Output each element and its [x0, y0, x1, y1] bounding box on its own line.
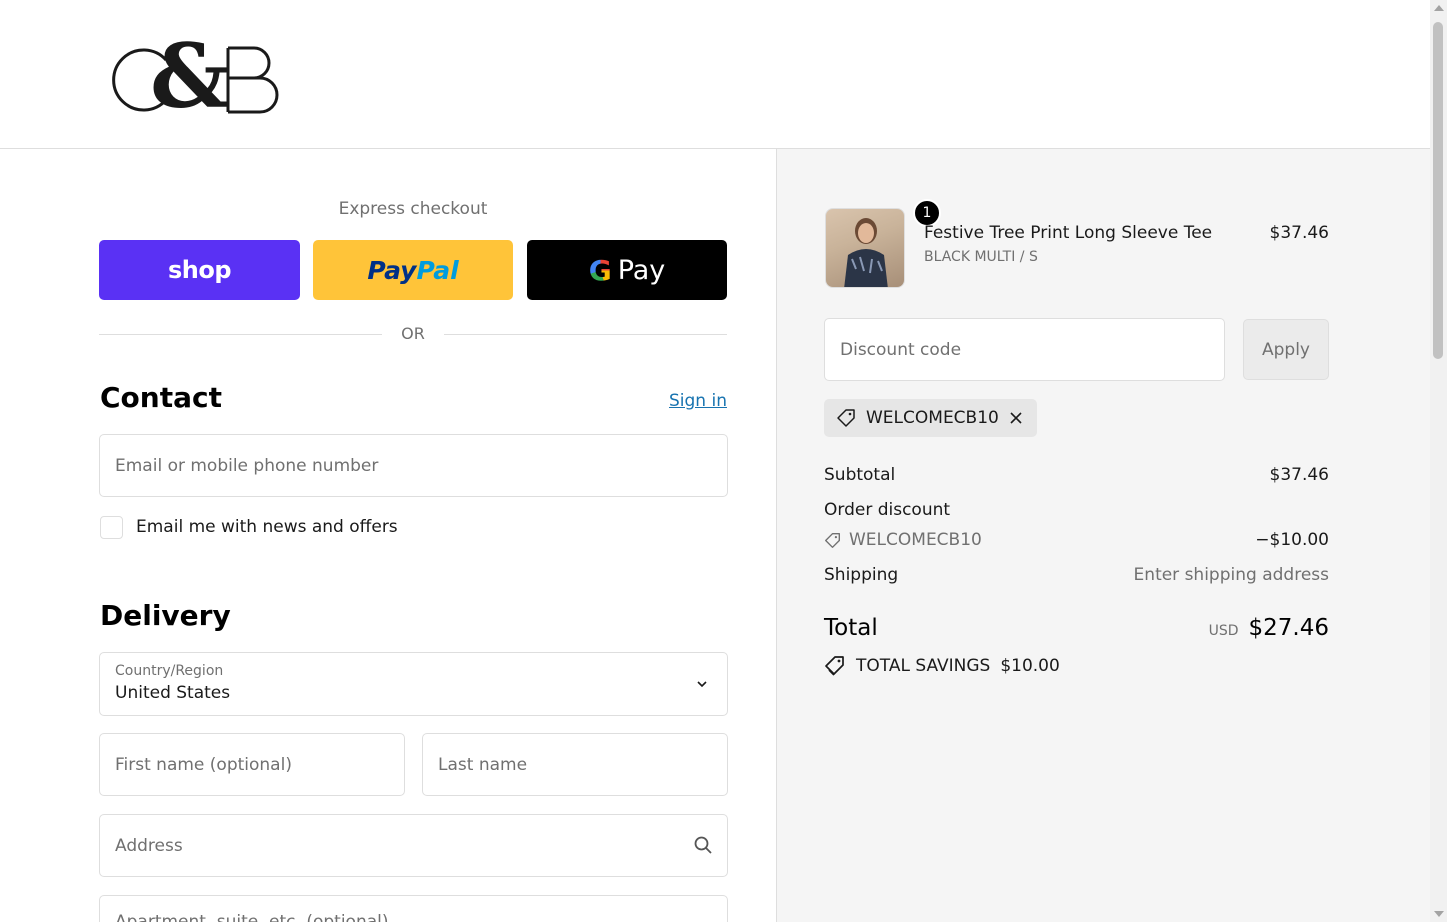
- shipping-value: Enter shipping address: [1133, 565, 1329, 585]
- product-variant: BLACK MULTI / S: [924, 249, 1038, 265]
- paypal-label-part1: Pay: [367, 255, 417, 285]
- applied-discount-chip: WELCOMECB10: [824, 399, 1037, 437]
- discount-code-field[interactable]: [824, 318, 1225, 381]
- search-icon: [694, 836, 712, 854]
- email-field[interactable]: [99, 434, 728, 497]
- order-discount-value: −$10.00: [1255, 530, 1329, 550]
- applied-discount-code: WELCOMECB10: [866, 408, 999, 428]
- total-label: Total: [824, 615, 878, 641]
- total-amount: USD $27.46: [1209, 615, 1329, 641]
- newsletter-checkbox[interactable]: [100, 516, 123, 539]
- product-price: $37.46: [1269, 223, 1329, 243]
- sign-in-link[interactable]: Sign in: [669, 391, 727, 411]
- address-field[interactable]: [99, 814, 728, 877]
- google-pay-label: Pay: [617, 254, 666, 286]
- scroll-up-arrow-icon[interactable]: [1434, 5, 1444, 11]
- product-thumbnail: [825, 208, 905, 288]
- scrollbar-thumb[interactable]: [1433, 22, 1443, 359]
- savings-value: $10.00: [1000, 656, 1060, 676]
- delivery-heading: Delivery: [100, 599, 231, 632]
- shop-pay-label: shop: [167, 256, 232, 284]
- subtotal-label: Subtotal: [824, 465, 896, 485]
- divider-line: [444, 334, 727, 335]
- order-summary: 1 Festive Tree Print Long Sleeve Tee BLA…: [777, 149, 1430, 922]
- country-select[interactable]: Country/Region United States: [99, 652, 728, 716]
- google-pay-button[interactable]: G Pay: [527, 240, 727, 300]
- country-label: Country/Region: [115, 663, 224, 679]
- or-divider: OR: [99, 324, 727, 344]
- svg-text:&: &: [150, 30, 229, 120]
- paypal-label-part2: Pal: [416, 255, 459, 285]
- page-scrollbar[interactable]: [1430, 0, 1447, 922]
- express-checkout-label: Express checkout: [338, 199, 488, 219]
- scroll-down-arrow-icon[interactable]: [1434, 911, 1444, 917]
- country-value: United States: [115, 683, 231, 703]
- tag-icon: [825, 532, 840, 548]
- tag-icon: [837, 409, 855, 427]
- total-savings: TOTAL SAVINGS $10.00: [824, 655, 1060, 677]
- header: &: [0, 0, 1430, 149]
- chevron-down-icon: [697, 681, 707, 688]
- apartment-input[interactable]: [115, 912, 727, 922]
- subtotal-value: $37.46: [1269, 465, 1329, 485]
- newsletter-label: Email me with news and offers: [136, 517, 398, 537]
- email-input[interactable]: [115, 455, 727, 476]
- total-currency: USD: [1208, 623, 1239, 639]
- remove-discount-icon[interactable]: [1009, 411, 1023, 425]
- discount-code-input[interactable]: [840, 339, 1224, 360]
- order-discount-code-row: WELCOMECB10: [824, 530, 982, 550]
- first-name-input[interactable]: [115, 754, 404, 775]
- first-name-field[interactable]: [99, 733, 405, 796]
- product-title: Festive Tree Print Long Sleeve Tee: [924, 223, 1213, 243]
- last-name-field[interactable]: [422, 733, 728, 796]
- paypal-button[interactable]: Pay Pal: [313, 240, 513, 300]
- contact-heading: Contact: [100, 381, 222, 414]
- brand-logo[interactable]: &: [104, 24, 284, 128]
- order-discount-code: WELCOMECB10: [849, 530, 982, 550]
- savings-label: TOTAL SAVINGS: [856, 656, 991, 676]
- apartment-field[interactable]: [99, 895, 728, 922]
- apply-discount-button[interactable]: Apply: [1243, 319, 1329, 380]
- checkout-form: Express checkout shop Pay Pal G Pay OR Co…: [0, 149, 777, 922]
- google-g-icon: G: [588, 253, 612, 287]
- order-discount-label: Order discount: [824, 500, 951, 520]
- address-input[interactable]: [115, 835, 727, 856]
- total-value: $27.46: [1248, 615, 1329, 641]
- shipping-label: Shipping: [824, 565, 899, 585]
- savings-tag-icon: [825, 656, 844, 676]
- last-name-input[interactable]: [438, 754, 727, 775]
- shop-pay-button[interactable]: shop: [99, 240, 300, 300]
